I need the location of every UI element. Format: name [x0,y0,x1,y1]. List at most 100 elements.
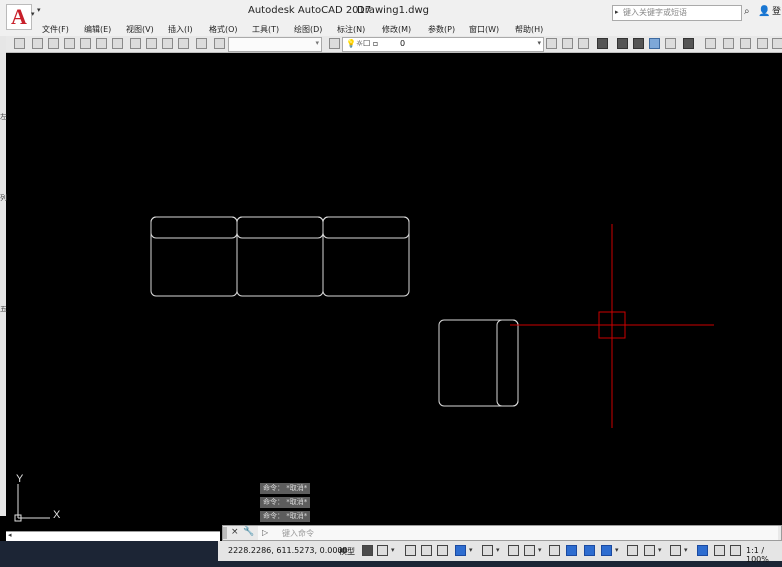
user-icon[interactable]: 👤 [758,6,770,17]
workspace-icon[interactable] [584,545,595,556]
match-properties-icon[interactable] [178,38,189,49]
view-cube-icon[interactable] [740,38,751,49]
logo-letter: A [11,4,27,29]
object-snap-icon[interactable] [482,545,493,556]
light-icon[interactable] [665,38,676,49]
save-icon[interactable] [48,38,59,49]
visual-style-icon[interactable] [597,38,608,49]
style-dropdown[interactable]: ▾ [228,37,322,52]
command-line-grip[interactable] [223,527,227,539]
wrench-icon[interactable]: 🔧 [243,527,254,537]
new-drawing-icon[interactable] [14,38,25,49]
annotation-visibility-icon[interactable] [697,545,708,556]
open-icon[interactable] [32,38,43,49]
menu-format[interactable]: 格式(O) [209,24,238,35]
command-placeholder: 键入命令 [282,529,314,538]
cut-icon[interactable] [130,38,141,49]
quick-access-dropdown-icon[interactable]: ▾ [37,6,45,16]
binoculars-icon[interactable]: ⌕ [744,6,750,17]
menu-tools[interactable]: 工具(T) [252,24,279,35]
chevron-down-icon[interactable]: ▾ [658,546,662,554]
layer-dropdown[interactable]: 💡☼☐ ▫ 0 ▾ [342,37,544,52]
search-placeholder: 键入关键字或短语 [623,8,687,17]
render-sphere-icon[interactable] [617,38,628,49]
chair-back [496,319,519,407]
menu-draw[interactable]: 绘图(D) [294,24,322,35]
menu-parameters[interactable]: 参数(P) [428,24,455,35]
chevron-down-icon[interactable]: ▾ [538,546,542,554]
chevron-down-icon[interactable]: ▾ [615,546,619,554]
search-expand-icon[interactable]: ▸ [615,8,619,16]
polar-icon[interactable] [421,545,432,556]
left-edge-char: 五 [0,305,7,313]
chevron-down-icon[interactable]: ▾ [684,546,688,554]
login-button[interactable]: 登 [772,4,781,17]
ucs-toolbar-icon[interactable] [705,38,716,49]
layer-properties-icon[interactable] [329,38,340,49]
menu-window[interactable]: 窗口(W) [469,24,499,35]
chevron-down-icon[interactable]: ▾ [496,546,500,554]
view-3d-icon[interactable] [757,38,768,49]
command-history-line: 命令： *取消* [260,483,311,494]
command-history-line: 命令： *取消* [260,511,311,522]
prompt-icon[interactable]: ▷ [262,528,268,537]
menu-edit[interactable]: 编辑(E) [84,24,111,35]
object-snap-tracking-icon[interactable] [455,545,466,556]
publish-icon[interactable] [112,38,123,49]
material-sphere-icon[interactable] [633,38,644,49]
annotation-scale-readout[interactable]: 1:1 / 100% [746,546,782,564]
drawing-canvas[interactable]: Y X [0,0,782,567]
3d-object-snap-icon[interactable] [644,545,655,556]
grid-icon[interactable] [362,545,373,556]
annotation-monitor-icon[interactable] [566,545,577,556]
undo-icon[interactable] [214,38,225,49]
menu-modify[interactable]: 修改(M) [382,24,411,35]
transparency-icon[interactable] [524,545,535,556]
sofa-back-middle [236,216,324,239]
menu-insert[interactable]: 插入(I) [168,24,193,35]
menu-help[interactable]: 帮助(H) [515,24,543,35]
command-history-line: 命令： *取消* [260,497,311,508]
sofa-cushion-left [150,216,238,297]
crosshair-cursor [510,224,714,428]
plot-icon[interactable] [80,38,91,49]
hardware-acceleration-icon[interactable] [627,545,638,556]
selection-cycling-icon[interactable] [549,545,560,556]
command-input[interactable] [258,526,778,540]
isolate-icon[interactable] [601,545,612,556]
isodraft-icon[interactable] [437,545,448,556]
shading-icon[interactable] [683,38,694,49]
view-icon[interactable] [723,38,734,49]
sofa-cushion-middle [236,216,324,297]
close-icon[interactable]: × [231,527,239,537]
auto-scale-icon[interactable] [714,545,725,556]
autocad-logo-button[interactable]: A [6,4,32,30]
scroll-left-icon[interactable]: ◂ [8,531,12,539]
dynamic-ucs-icon[interactable] [670,545,681,556]
menu-view[interactable]: 视图(V) [126,24,154,35]
globe-icon[interactable] [649,38,660,49]
menu-dimension[interactable]: 标注(N) [337,24,365,35]
app-title: Autodesk AutoCAD 2017 [248,5,372,16]
make-current-layer-icon[interactable] [546,38,557,49]
application-menu-arrow-icon[interactable]: ▾ [31,10,37,18]
coordinates-readout[interactable]: 2228.2286, 611.5273, 0.0000 [228,546,348,555]
left-window-edge: 左 列 五 [0,36,7,516]
view-more-icon[interactable] [772,38,782,49]
chevron-down-icon[interactable]: ▾ [469,546,473,554]
model-space-button[interactable]: 模型 [339,546,355,557]
ortho-icon[interactable] [405,545,416,556]
saveas-icon[interactable] [64,38,75,49]
snap-icon[interactable] [377,545,388,556]
preview-icon[interactable] [96,38,107,49]
menu-file[interactable]: 文件(F) [42,24,69,35]
layer-state-icons: 💡☼☐ ▫ [346,39,379,48]
layer-states-icon[interactable] [578,38,589,49]
annotation-scale-icon[interactable] [730,545,741,556]
layer-previous-icon[interactable] [562,38,573,49]
paste-icon[interactable] [162,38,173,49]
copy-icon[interactable] [146,38,157,49]
lineweight-icon[interactable] [508,545,519,556]
chevron-down-icon[interactable]: ▾ [391,546,395,554]
block-editor-icon[interactable] [196,38,207,49]
